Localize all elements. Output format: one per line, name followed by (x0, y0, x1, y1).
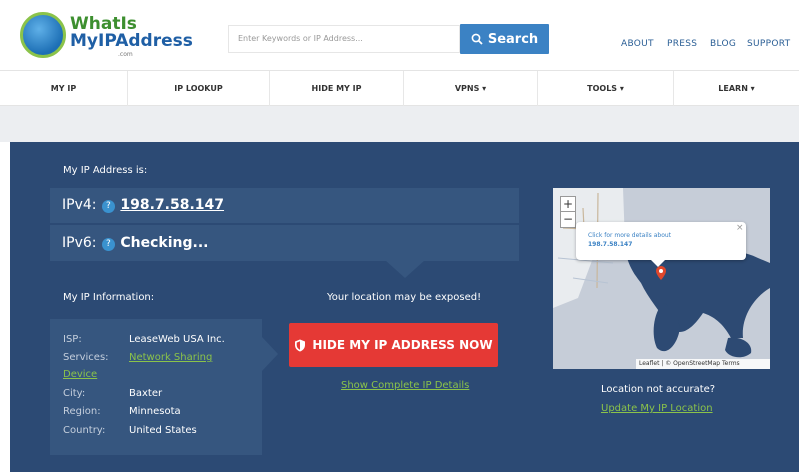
services-link-cont[interactable]: Device (63, 369, 97, 380)
map-popup-ip: 198.7.58.147 (588, 241, 633, 248)
city-value: Baxter (129, 388, 163, 399)
site-logo[interactable]: WhatIs MyIPAddress .com (20, 10, 193, 62)
services-key: Services: (63, 352, 109, 363)
ipv6-help-icon[interactable]: ? (101, 238, 115, 251)
nav-my-ip[interactable]: MY IP (0, 71, 128, 106)
popup-close-icon[interactable]: × (736, 223, 744, 233)
ipv4-label: IPv4: (62, 197, 97, 213)
map-zoom-control: + − (560, 196, 576, 228)
zoom-in-button[interactable]: + (561, 197, 575, 212)
services-link[interactable]: Network Sharing (129, 352, 212, 363)
map-marker-icon[interactable] (656, 266, 666, 280)
nav-ip-lookup[interactable]: IP LOOKUP (128, 71, 270, 106)
pointer-arrow-shape (385, 260, 425, 278)
hide-my-ip-label: HIDE MY IP ADDRESS NOW (312, 338, 493, 352)
nav-vpns[interactable]: VPNS ▾ (404, 71, 538, 106)
top-header: WhatIs MyIPAddress .com Enter Keywords o… (0, 0, 799, 70)
link-blog[interactable]: BLOG (710, 39, 736, 49)
shield-icon (295, 339, 306, 351)
search-button[interactable]: Search (460, 24, 549, 54)
update-location-link[interactable]: Update My IP Location (601, 403, 713, 414)
location-not-accurate-text: Location not accurate? (601, 384, 716, 395)
link-support[interactable]: SUPPORT (747, 39, 790, 49)
nav-tools[interactable]: TOOLS ▾ (538, 71, 674, 106)
search-icon (471, 33, 483, 45)
ipv4-value[interactable]: 198.7.58.147 (120, 197, 224, 213)
show-ip-details-link[interactable]: Show Complete IP Details (341, 380, 469, 391)
globe-logo-icon (20, 12, 66, 58)
country-key: Country: (63, 425, 106, 436)
main-nav: MY IP IP LOOKUP HIDE MY IP VPNS ▾ TOOLS … (0, 70, 799, 106)
ipv4-help-icon[interactable]: ? (101, 200, 115, 213)
my-ip-label: My IP Address is: (63, 165, 148, 176)
location-exposed-text: Your location may be exposed! (327, 292, 482, 303)
isp-value: LeaseWeb USA Inc. (129, 334, 225, 345)
city-key: City: (63, 388, 86, 399)
zoom-out-button[interactable]: − (561, 212, 575, 227)
logo-text-line2: MyIPAddress (70, 31, 193, 51)
map-attribution[interactable]: Leaflet | © OpenStreetMap Terms (636, 359, 770, 369)
ipv6-label: IPv6: (62, 235, 97, 251)
region-key: Region: (63, 406, 101, 417)
ipv6-line: IPv6: ? Checking... (62, 235, 208, 251)
link-about[interactable]: ABOUT (621, 39, 654, 49)
isp-key: ISP: (63, 334, 82, 345)
link-press[interactable]: PRESS (667, 39, 697, 49)
nav-learn[interactable]: LEARN ▾ (674, 71, 799, 106)
map-popup-text: Click for more details about (588, 232, 672, 239)
ipv4-line: IPv4: ? 198.7.58.147 (62, 197, 224, 213)
logo-com: .com (118, 51, 133, 58)
search-button-label: Search (487, 31, 539, 47)
country-value: United States (129, 425, 197, 436)
region-value: Minnesota (129, 406, 181, 417)
nav-hide-my-ip[interactable]: HIDE MY IP (270, 71, 404, 106)
gray-strip (0, 106, 799, 142)
ipv6-value: Checking... (120, 235, 209, 251)
my-ip-info-heading: My IP Information: (63, 292, 155, 303)
info-pointer-shape (262, 337, 278, 371)
map-popup[interactable]: Click for more details about 198.7.58.14… (576, 222, 746, 267)
search-input[interactable]: Enter Keywords or IP Address... (228, 25, 460, 53)
hide-my-ip-button[interactable]: HIDE MY IP ADDRESS NOW (289, 323, 498, 367)
